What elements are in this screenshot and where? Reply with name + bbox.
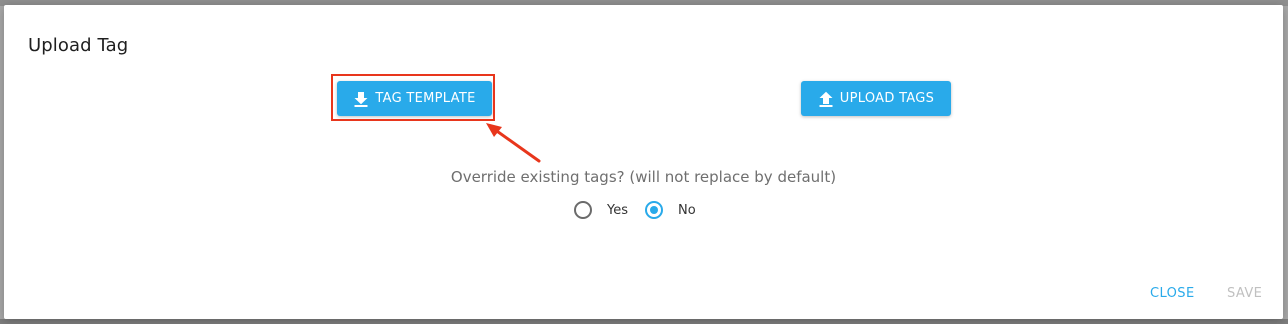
close-button[interactable]: CLOSE — [1150, 286, 1195, 301]
upload-icon — [818, 91, 834, 107]
radio-yes[interactable]: Yes — [574, 201, 628, 219]
highlight-annotation — [331, 74, 495, 121]
radio-no[interactable]: No — [645, 201, 696, 219]
backdrop-bottom — [0, 319, 1288, 324]
upload-tags-button[interactable]: UPLOAD TAGS — [801, 81, 951, 116]
save-button[interactable]: SAVE — [1227, 286, 1262, 301]
arrow-annotation — [486, 123, 541, 163]
upload-tag-dialog: Upload Tag TAG TEMPLATE UPLOAD TAGS Over… — [4, 5, 1283, 319]
radio-no-circle[interactable] — [645, 201, 663, 219]
override-radio-group: Yes No — [574, 201, 696, 219]
radio-yes-circle[interactable] — [574, 201, 592, 219]
radio-no-label: No — [678, 202, 696, 218]
override-question: Override existing tags? (will not replac… — [450, 168, 837, 186]
upload-tags-label: UPLOAD TAGS — [839, 91, 935, 106]
dialog-title: Upload Tag — [28, 35, 129, 56]
radio-yes-label: Yes — [607, 202, 628, 218]
